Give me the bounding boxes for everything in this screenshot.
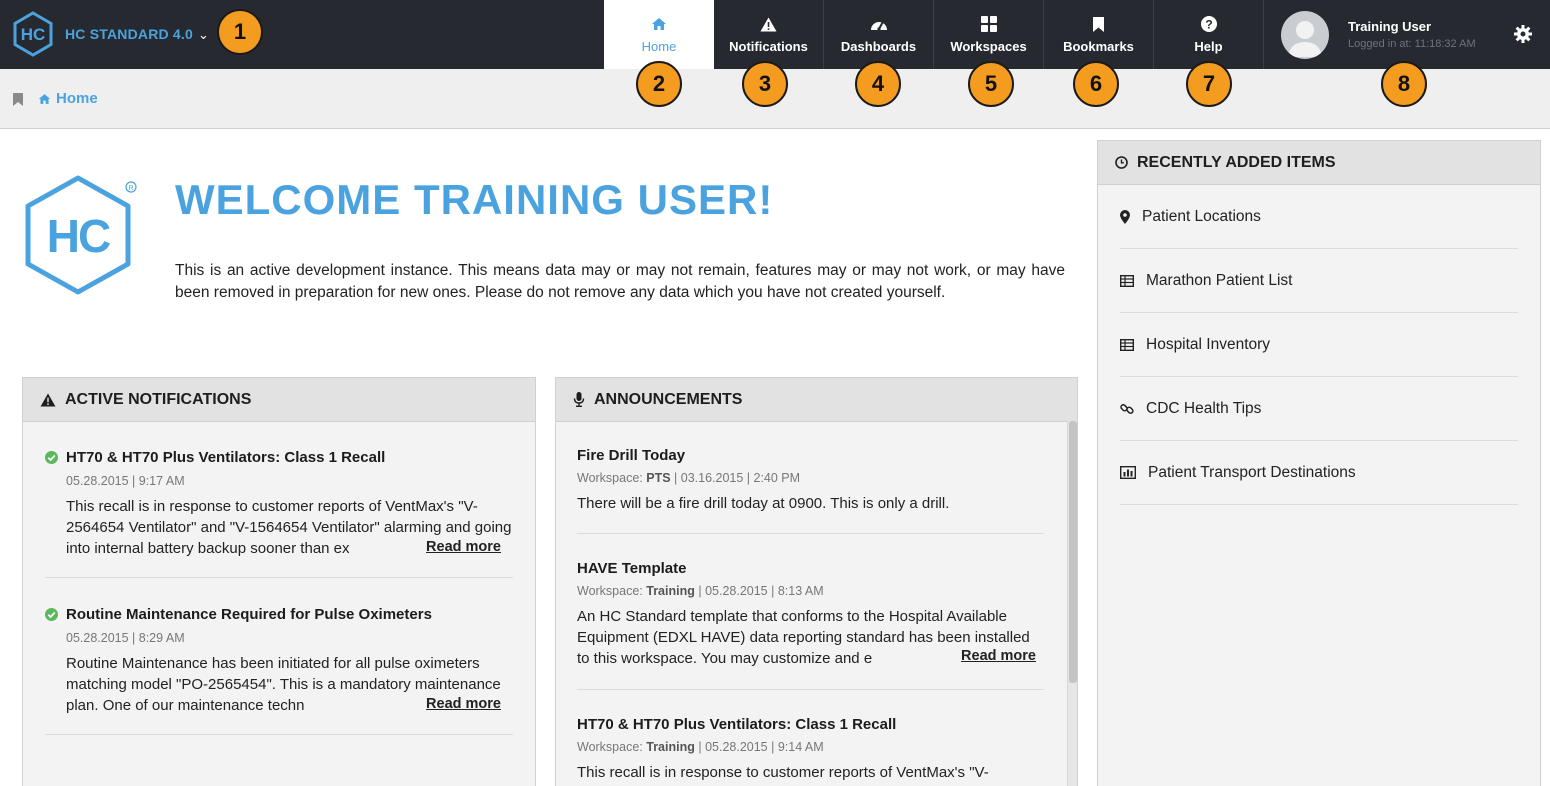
nav-dashboards-label: Dashboards	[840, 39, 917, 54]
login-time: Logged in at: 11:18:32 AM	[1348, 38, 1476, 50]
announcement-body: There will be a fire drill today at 0900…	[577, 495, 950, 512]
announcement-title[interactable]: HT70 & HT70 Plus Ventilators: Class 1 Re…	[577, 716, 896, 733]
scrollbar-thumb[interactable]	[1069, 421, 1077, 683]
app-switcher[interactable]: HC HC STANDARD 4.0 ⌄	[12, 11, 209, 57]
callout-badge-4: 4	[855, 61, 901, 107]
recent-item[interactable]: CDC Health Tips	[1120, 377, 1518, 441]
recent-item[interactable]: Hospital Inventory	[1120, 313, 1518, 377]
hc-logo-icon: HC	[13, 11, 53, 57]
callout-badge-2: 2	[636, 61, 682, 107]
bookmark-icon	[1093, 15, 1104, 33]
nav-home[interactable]: Home	[604, 0, 714, 69]
nav-workspaces[interactable]: Workspaces	[934, 0, 1044, 69]
recent-item[interactable]: Patient Transport Destinations	[1120, 441, 1518, 505]
announcement-title[interactable]: HAVE Template	[577, 560, 686, 577]
welcome-message: This is an active development instance. …	[175, 262, 1065, 301]
list-item[interactable]: HAVE Template Workspace: Training | 05.2…	[577, 560, 1044, 690]
read-more-link[interactable]: Read more	[420, 696, 501, 712]
notification-title[interactable]: Routine Maintenance Required for Pulse O…	[66, 606, 432, 623]
bookmark-icon[interactable]	[13, 93, 23, 106]
recent-item-label: Hospital Inventory	[1146, 335, 1271, 353]
nav-help[interactable]: ? Help	[1154, 0, 1264, 69]
main-nav: Home Notifications Dashboards Workspaces…	[604, 0, 1264, 69]
dashboard-icon	[870, 15, 888, 33]
announcement-meta: Workspace: Training | 05.28.2015 | 8:13 …	[577, 584, 824, 598]
panel-title: ANNOUNCEMENTS	[594, 390, 743, 408]
notification-date: 05.28.2015 | 9:17 AM	[66, 474, 185, 488]
svg-text:HC: HC	[47, 210, 110, 262]
link-icon	[1120, 403, 1134, 414]
avatar	[1281, 10, 1329, 59]
warning-icon	[40, 392, 56, 407]
callout-badge-7: 7	[1186, 61, 1232, 107]
app-name: HC STANDARD 4.0	[65, 26, 193, 42]
check-circle-icon	[45, 608, 58, 621]
gear-icon[interactable]	[1514, 25, 1532, 43]
notification-title[interactable]: HT70 & HT70 Plus Ventilators: Class 1 Re…	[66, 449, 385, 466]
nav-workspaces-label: Workspaces	[950, 39, 1027, 54]
list-item[interactable]: Routine Maintenance Required for Pulse O…	[45, 606, 513, 735]
recent-item-label: CDC Health Tips	[1146, 399, 1262, 417]
announcement-meta: Workspace: Training | 05.28.2015 | 9:14 …	[577, 740, 824, 754]
list-item[interactable]: HT70 & HT70 Plus Ventilators: Class 1 Re…	[45, 449, 513, 578]
callout-badge-3: 3	[742, 61, 788, 107]
home-icon	[651, 15, 667, 33]
panel-title: ACTIVE NOTIFICATIONS	[65, 390, 252, 408]
callout-badge-1: 1	[217, 9, 263, 55]
nav-home-label: Home	[641, 39, 677, 54]
svg-text:HC: HC	[21, 25, 46, 44]
microphone-icon	[573, 392, 585, 407]
table-icon	[1120, 274, 1134, 287]
announcements-panel: ANNOUNCEMENTS Fire Drill Today Workspace…	[555, 377, 1078, 786]
map-marker-icon	[1120, 209, 1130, 224]
clock-icon	[1115, 156, 1128, 169]
breadcrumb[interactable]: Home	[38, 90, 98, 107]
warning-icon	[760, 15, 777, 33]
list-item[interactable]: HT70 & HT70 Plus Ventilators: Class 1 Re…	[577, 716, 1044, 786]
user-name: Training User	[1348, 19, 1432, 34]
announcement-body: This recall is in response to customer r…	[577, 764, 989, 781]
hc-logo-large-icon: HC R	[25, 175, 137, 295]
read-more-link[interactable]: Read more	[420, 539, 501, 555]
list-item[interactable]: Fire Drill Today Workspace: PTS | 03.16.…	[577, 447, 1044, 534]
nav-dashboards[interactable]: Dashboards	[824, 0, 934, 69]
recent-item-label: Patient Transport Destinations	[1148, 463, 1356, 481]
recent-item-label: Marathon Patient List	[1146, 271, 1293, 289]
recent-item-label: Patient Locations	[1142, 207, 1261, 225]
bar-chart-icon	[1120, 466, 1136, 479]
svg-text:?: ?	[1205, 18, 1212, 32]
scrollbar[interactable]	[1067, 421, 1077, 786]
callout-badge-6: 6	[1073, 61, 1119, 107]
notification-date: 05.28.2015 | 8:29 AM	[66, 631, 185, 645]
active-notifications-panel: ACTIVE NOTIFICATIONS HT70 & HT70 Plus Ve…	[22, 377, 536, 786]
nav-bookmarks[interactable]: Bookmarks	[1044, 0, 1154, 69]
chevron-down-icon: ⌄	[197, 27, 209, 42]
panel-title: RECENTLY ADDED ITEMS	[1137, 153, 1336, 171]
callout-badge-5: 5	[968, 61, 1014, 107]
callout-badge-8: 8	[1381, 61, 1427, 107]
announcement-title[interactable]: Fire Drill Today	[577, 447, 685, 464]
recent-item[interactable]: Marathon Patient List	[1120, 249, 1518, 313]
user-menu[interactable]: Training User Logged in at: 11:18:32 AM	[1264, 0, 1550, 69]
nav-bookmarks-label: Bookmarks	[1063, 39, 1134, 54]
grid-icon	[980, 15, 997, 33]
nav-help-label: Help	[1194, 39, 1223, 54]
table-icon	[1120, 338, 1134, 351]
nav-notifications[interactable]: Notifications	[714, 0, 824, 69]
page-title: WELCOME TRAINING USER!	[175, 176, 774, 223]
panel-header: ACTIVE NOTIFICATIONS	[23, 378, 535, 422]
user-silhouette-icon	[1288, 20, 1322, 57]
recent-item[interactable]: Patient Locations	[1120, 185, 1518, 249]
nav-notifications-label: Notifications	[729, 39, 808, 54]
check-circle-icon	[45, 451, 58, 464]
panel-header: RECENTLY ADDED ITEMS	[1098, 141, 1540, 185]
panel-header: ANNOUNCEMENTS	[556, 378, 1077, 422]
home-icon	[38, 93, 51, 104]
help-icon: ?	[1200, 15, 1217, 33]
svg-text:R: R	[128, 185, 133, 192]
recently-added-panel: RECENTLY ADDED ITEMS Patient Locations M…	[1097, 140, 1541, 786]
breadcrumb-home: Home	[56, 90, 98, 107]
announcement-meta: Workspace: PTS | 03.16.2015 | 2:40 PM	[577, 471, 801, 485]
read-more-link[interactable]: Read more	[955, 648, 1036, 664]
